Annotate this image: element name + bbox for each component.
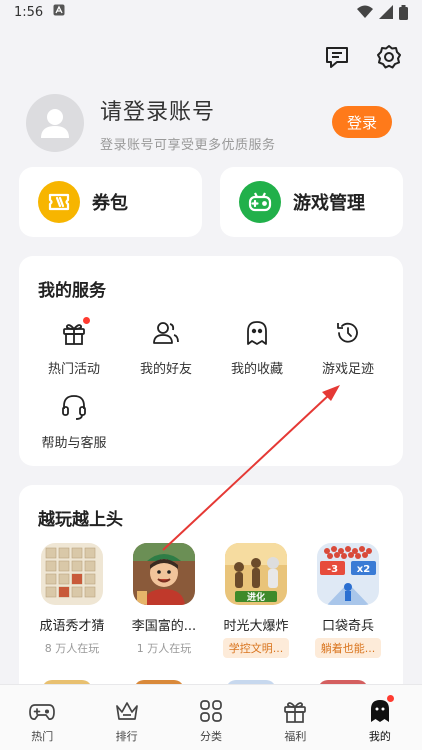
gamepad-nav-icon [28,697,56,725]
notification-dot [386,695,394,702]
nav-label: 我的 [368,730,391,743]
gift-nav-icon [281,697,309,725]
nav-welfare[interactable]: 福利 [253,685,337,750]
nav-hot[interactable]: 热门 [0,685,84,750]
crown-icon [113,697,141,725]
bottom-nav: 热门 排行 分类 福利 我的 [0,684,422,750]
nav-ranking[interactable]: 排行 [84,685,168,750]
grid-icon [197,697,225,725]
nav-mine[interactable]: 我的 [338,685,422,750]
nav-category[interactable]: 分类 [169,685,253,750]
ghost-nav-icon [366,695,394,725]
nav-label: 排行 [115,730,138,743]
nav-label: 分类 [200,730,223,743]
nav-label: 热门 [31,730,54,743]
nav-label: 福利 [284,730,307,743]
annotation-arrow [162,385,340,551]
